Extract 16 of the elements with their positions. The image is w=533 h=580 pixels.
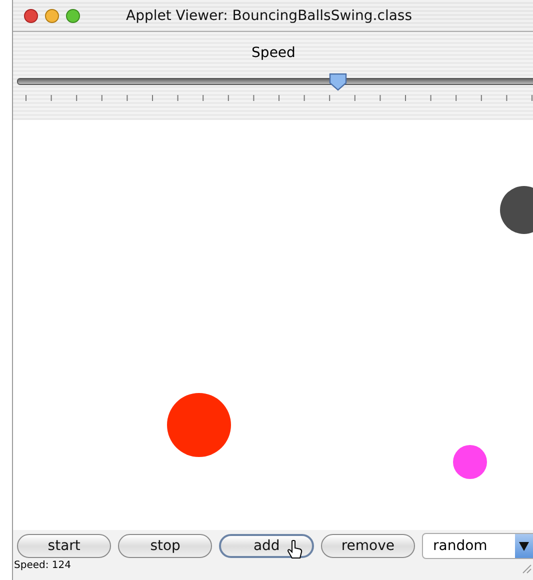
hand-cursor-icon	[287, 540, 303, 560]
action-button[interactable]: stop	[118, 534, 212, 558]
status-text: Speed: 124	[14, 560, 71, 571]
slider-thumb[interactable]	[328, 72, 348, 92]
action-button[interactable]: add	[219, 534, 314, 558]
close-icon[interactable]	[24, 8, 38, 22]
action-button[interactable]: remove	[320, 534, 416, 558]
action-button[interactable]: start	[17, 534, 112, 558]
slider-label: Speed	[252, 45, 296, 61]
zoom-icon[interactable]	[66, 8, 80, 22]
speed-slider[interactable]	[17, 72, 533, 92]
caret-icon	[519, 542, 530, 550]
minimize-icon[interactable]	[45, 8, 59, 22]
resize-grip-icon[interactable]	[522, 564, 532, 574]
mode-dropdown[interactable]: random	[422, 533, 533, 559]
window-title: Applet Viewer: BouncingBallsSwing.class	[126, 8, 412, 24]
